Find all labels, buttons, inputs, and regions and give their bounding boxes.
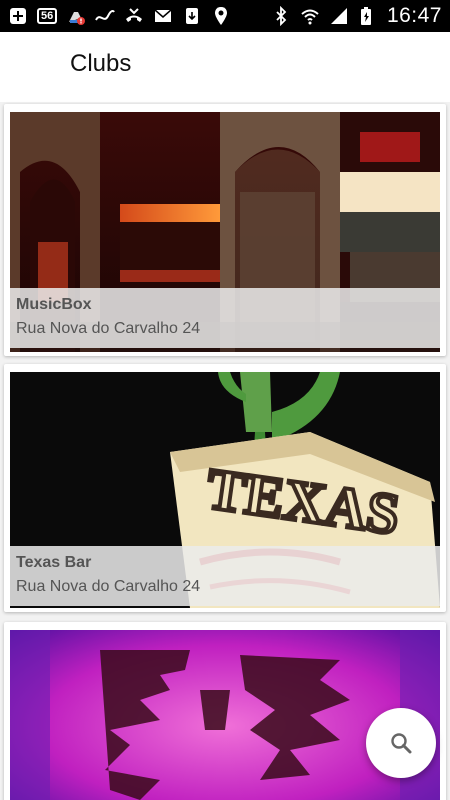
club-name: MusicBox bbox=[16, 296, 92, 313]
download-icon bbox=[182, 6, 202, 26]
clock: 16:47 bbox=[386, 4, 442, 27]
search-icon bbox=[388, 730, 414, 756]
bluetooth-icon bbox=[271, 6, 291, 26]
badge-56-icon: 56 bbox=[37, 8, 58, 24]
squiggle-icon bbox=[95, 6, 116, 26]
club-info-texas-bar: Texas Bar Rua Nova do Carvalho 24 bbox=[10, 546, 440, 606]
add-icon bbox=[8, 6, 28, 26]
mail-icon bbox=[153, 6, 173, 26]
signal-icon bbox=[329, 6, 349, 26]
club-card-musicbox[interactable]: MusicBox Rua Nova do Carvalho 24 bbox=[4, 104, 446, 356]
status-bar: 56 16:47 bbox=[0, 0, 450, 32]
club-list[interactable]: MusicBox Rua Nova do Carvalho 24 TEXAS T… bbox=[0, 102, 450, 800]
cleaner-alert-icon bbox=[66, 6, 86, 26]
page-title: Clubs bbox=[70, 50, 132, 77]
location-icon bbox=[211, 6, 231, 26]
battery-icon bbox=[358, 6, 378, 26]
club-card-discoteca[interactable] bbox=[4, 622, 446, 800]
club-image-discoteca bbox=[10, 630, 440, 800]
club-address: Rua Nova do Carvalho 24 bbox=[16, 320, 201, 337]
status-bar-right: 16:47 bbox=[271, 4, 442, 28]
club-name: Texas Bar bbox=[16, 554, 92, 571]
club-info-musicbox: MusicBox Rua Nova do Carvalho 24 bbox=[10, 288, 440, 348]
club-address: Rua Nova do Carvalho 24 bbox=[16, 578, 201, 595]
status-bar-left: 56 bbox=[8, 6, 231, 26]
search-button[interactable] bbox=[366, 708, 436, 778]
club-card-texas-bar[interactable]: TEXAS Texas Bar Rua Nova do Carvalho 24 bbox=[4, 364, 446, 612]
app-bar: Clubs bbox=[0, 32, 450, 102]
wifi-icon bbox=[300, 6, 320, 26]
missed-call-icon bbox=[124, 6, 144, 26]
